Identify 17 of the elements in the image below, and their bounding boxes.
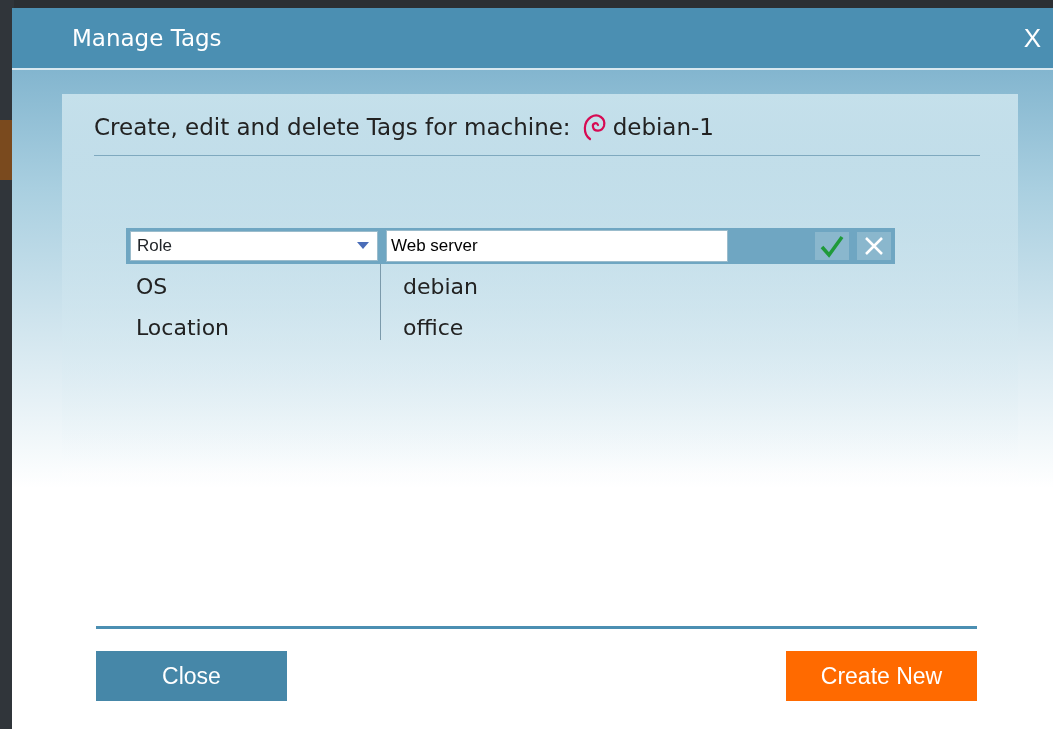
tag-value: office [402, 313, 465, 342]
dialog-title: Manage Tags [72, 23, 222, 53]
close-icon [863, 234, 885, 257]
caret-icon [357, 241, 369, 250]
tag-key: OS [136, 263, 380, 305]
close-button[interactable]: X [1019, 18, 1045, 58]
confirm-button[interactable] [815, 231, 849, 260]
close-button[interactable]: Close [96, 651, 287, 701]
value-field[interactable]: Web server [386, 229, 728, 262]
machine-name: debian-1 [612, 113, 714, 142]
header-text: Create, edit and delete Tags for machine: [94, 113, 571, 142]
create-button[interactable]: Create New [786, 651, 977, 701]
tag-key: Location [136, 304, 380, 346]
key-dropdown[interactable]: Role [130, 230, 378, 261]
tag-value: debian [402, 272, 479, 301]
check-icon [819, 233, 845, 258]
cancel-button[interactable] [857, 231, 891, 260]
